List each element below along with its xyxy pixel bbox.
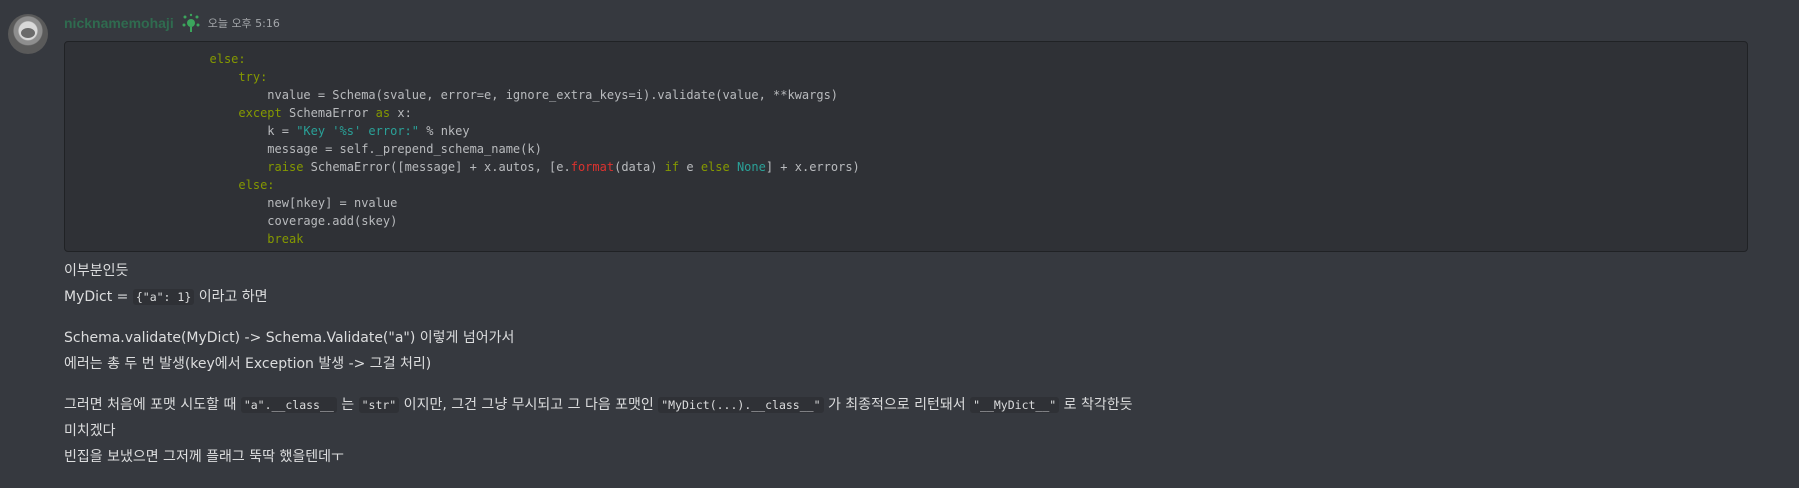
code-line: else: <box>65 176 1747 194</box>
message-line: Schema.validate(MyDict) -> Schema.Valida… <box>64 325 1133 351</box>
code-token: k = <box>65 124 297 138</box>
text: 이라고 하면 <box>194 289 268 305</box>
text: 로 착각한듯 <box>1059 397 1133 413</box>
message-header: nicknamemohaji 오늘 오후 5:16 <box>64 12 280 34</box>
code-token: new[nkey] = nvalue <box>65 196 398 210</box>
inline-code: {"a": 1} <box>132 289 195 305</box>
code-token: nvalue = Schema(svalue, error=e, ignore_… <box>65 88 839 102</box>
code-token: else <box>700 160 730 174</box>
text: 이부분인듯 <box>64 263 129 279</box>
text: Schema.validate(MyDict) -> Schema.Valida… <box>64 330 515 346</box>
message-line: 미치겠다 <box>64 418 1133 444</box>
code-token: SchemaError <box>281 106 376 120</box>
code-line: nvalue = Schema(svalue, error=e, ignore_… <box>65 86 1747 104</box>
code-token: else: <box>209 52 246 66</box>
code-token: if <box>664 160 680 174</box>
code-line: else: <box>65 50 1747 68</box>
code-token: else: <box>238 178 275 192</box>
code-line: coverage.add(skey) <box>65 212 1747 230</box>
inline-code: "__MyDict__" <box>970 397 1060 413</box>
code-token: x: <box>390 106 412 120</box>
text: MyDict = <box>64 289 133 305</box>
code-token: (data) <box>614 160 665 174</box>
sprout-badge-icon[interactable] <box>180 13 202 33</box>
user-avatar[interactable] <box>8 14 48 54</box>
code-line: try: <box>65 68 1747 86</box>
inline-code: "MyDict(...).__class__" <box>658 397 824 413</box>
code-token: ] + x.errors) <box>765 160 860 174</box>
chat-message: nicknamemohaji 오늘 오후 5:16 else: try: nva… <box>0 0 1799 488</box>
text: 미치겠다 <box>64 423 116 439</box>
message-line: 에러는 총 두 번 발생(key에서 Exception 발생 -> 그걸 처리… <box>64 351 1133 377</box>
code-token: raise <box>267 160 304 174</box>
code-content: else: try: nvalue = Schema(svalue, error… <box>65 42 1747 248</box>
code-token: message = self._prepend_schema_name(k) <box>65 142 542 156</box>
code-line: raise SchemaError([message] + x.autos, [… <box>65 158 1747 176</box>
code-line: new[nkey] = nvalue <box>65 194 1747 212</box>
code-token: coverage.add(skey) <box>65 214 398 228</box>
seal-avatar-icon <box>21 28 35 38</box>
code-block[interactable]: else: try: nvalue = Schema(svalue, error… <box>64 41 1748 252</box>
code-token: % nkey <box>419 124 470 138</box>
code-line: except SchemaError as x: <box>65 104 1747 122</box>
code-line: message = self._prepend_schema_name(k) <box>65 140 1747 158</box>
text: 빈집을 보냈으면 그저께 플래그 뚝딱 했을텐데ㅜ <box>64 449 344 465</box>
message-line: 그러면 처음에 포맷 시도할 때 "a".__class__ 는 "str" 이… <box>64 392 1133 418</box>
code-line: break <box>65 230 1747 248</box>
code-token: None <box>736 160 766 174</box>
message-timestamp[interactable]: 오늘 오후 5:16 <box>208 15 280 31</box>
code-token: except <box>238 106 282 120</box>
text: 는 <box>336 397 359 413</box>
code-line: k = "Key '%s' error:" % nkey <box>65 122 1747 140</box>
code-token: try: <box>238 70 268 84</box>
message-line: MyDict = {"a": 1} 이라고 하면 <box>64 284 1133 310</box>
message-line: 빈집을 보냈으면 그저께 플래그 뚝딱 했을텐데ㅜ <box>64 444 1133 470</box>
text: 에러는 총 두 번 발생(key에서 Exception 발생 -> 그걸 처리… <box>64 356 432 372</box>
text: 가 최종적으로 리턴돼서 <box>823 397 971 413</box>
text: 그러면 처음에 포맷 시도할 때 <box>64 397 241 413</box>
text: 이지만, 그건 그냥 무시되고 그 다음 포맷인 <box>399 397 659 413</box>
code-token: SchemaError([message] + x.autos, [e. <box>303 160 571 174</box>
code-token: break <box>267 232 304 246</box>
inline-code: "str" <box>358 397 400 413</box>
message-content: 이부분인듯 MyDict = {"a": 1} 이라고 하면 Schema.va… <box>64 258 1133 470</box>
code-token: as <box>375 106 391 120</box>
code-token: "Key '%s' error:" <box>296 124 420 138</box>
inline-code: "a".__class__ <box>240 397 337 413</box>
username[interactable]: nicknamemohaji <box>64 15 174 31</box>
code-token: e <box>679 160 701 174</box>
message-line: 이부분인듯 <box>64 258 1133 284</box>
code-token: format <box>570 160 615 174</box>
